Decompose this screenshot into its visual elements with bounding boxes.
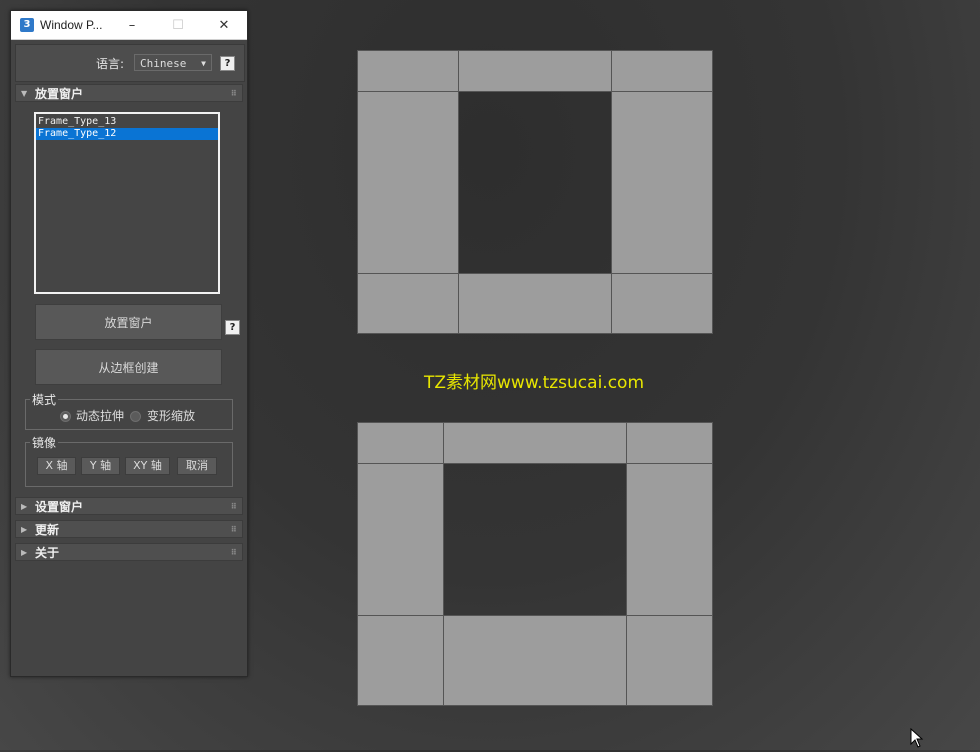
language-select[interactable]: Chinese ▼ [134, 54, 212, 71]
maximize-button: ☐ [172, 17, 184, 33]
list-item[interactable]: Frame_Type_13 [36, 116, 218, 128]
close-button[interactable]: ✕ [201, 11, 247, 39]
frame-corner-top-right [626, 422, 713, 464]
frame-corner-bottom-left [357, 273, 459, 334]
frame-corner-bottom-right [611, 273, 713, 334]
rollout-about-label: 关于 [35, 546, 60, 560]
frame-corner-bottom-right [626, 615, 713, 706]
frame-corner-top-left [357, 50, 459, 92]
list-item-selected[interactable]: Frame_Type_12 [36, 128, 218, 140]
rollout-about[interactable]: ▶ 关于 ⠿ [15, 543, 243, 561]
minimize-button[interactable]: – [109, 11, 155, 39]
frame-left-stile [357, 463, 444, 616]
mode-radio-dynamic-stretch[interactable] [60, 411, 71, 422]
language-help-button[interactable]: ? [220, 56, 235, 71]
frame-right-stile [611, 91, 713, 274]
3dsmax-app-icon: 3 [20, 18, 34, 32]
mouse-cursor-icon [910, 727, 924, 752]
frame-right-stile [626, 463, 713, 616]
window-title: Window P... [40, 18, 103, 32]
place-window-help-button[interactable]: ? [225, 320, 240, 335]
mirror-xy-axis-button[interactable]: XY 轴 [125, 457, 170, 475]
place-window-button[interactable]: 放置窗户 [35, 304, 222, 340]
language-bar: 语言: Chinese ▼ ? [15, 44, 245, 82]
frame-type-list[interactable]: Frame_Type_13 Frame_Type_12 [34, 112, 220, 294]
dropdown-arrow-icon: ▼ [201, 59, 206, 68]
mode-group: 模式 动态拉伸 变形缩放 [25, 391, 233, 430]
window-frame-top[interactable] [357, 50, 713, 334]
grip-icon: ⠿ [230, 525, 237, 534]
mode-group-title: 模式 [30, 391, 59, 408]
mode-radio-deform-scale[interactable] [130, 411, 141, 422]
rollout-update-label: 更新 [35, 523, 60, 537]
title-bar[interactable]: 3 Window P... – ☐ ✕ [11, 11, 247, 40]
frame-top-rail [458, 50, 612, 92]
window-frame-bottom[interactable] [357, 422, 713, 706]
window-placer-panel: 3 Window P... – ☐ ✕ 语言: Chinese ▼ ? ▼ 放置… [10, 10, 248, 677]
frame-left-stile [357, 91, 459, 274]
frame-corner-top-left [357, 422, 444, 464]
grip-icon: ⠿ [230, 502, 237, 511]
frame-top-rail [443, 422, 627, 464]
mirror-group-title: 镜像 [30, 434, 59, 451]
create-from-border-button[interactable]: 从边框创建 [35, 349, 222, 385]
grip-icon: ⠿ [230, 548, 237, 557]
watermark-text: TZ素材网www.tzsucai.com [424, 373, 645, 393]
mirror-x-axis-button[interactable]: X 轴 [37, 457, 76, 475]
rollout-update[interactable]: ▶ 更新 ⠿ [15, 520, 243, 538]
rollout-window-settings-label: 设置窗户 [35, 500, 84, 514]
mode-option-dynamic-stretch-label: 动态拉伸 [76, 409, 125, 423]
rollout-place-window[interactable]: ▼ 放置窗户 ⠿ [15, 84, 243, 102]
collapsed-triangle-icon: ▶ [21, 525, 28, 534]
rollout-window-settings[interactable]: ▶ 设置窗户 ⠿ [15, 497, 243, 515]
language-label: 语言: [96, 57, 125, 71]
collapsed-triangle-icon: ▶ [21, 502, 28, 511]
expanded-triangle-icon: ▼ [21, 89, 28, 98]
mode-option-deform-scale-label: 变形缩放 [147, 409, 196, 423]
mirror-cancel-button[interactable]: 取消 [177, 457, 217, 475]
frame-corner-bottom-left [357, 615, 444, 706]
mirror-group: 镜像 X 轴 Y 轴 XY 轴 取消 [25, 434, 233, 487]
grip-icon: ⠿ [230, 89, 237, 98]
language-selected-value: Chinese [140, 57, 187, 70]
frame-bottom-rail [458, 273, 612, 334]
rollout-place-window-label: 放置窗户 [35, 87, 84, 101]
collapsed-triangle-icon: ▶ [21, 548, 28, 557]
frame-corner-top-right [611, 50, 713, 92]
mirror-y-axis-button[interactable]: Y 轴 [81, 457, 120, 475]
frame-bottom-rail [443, 615, 627, 706]
